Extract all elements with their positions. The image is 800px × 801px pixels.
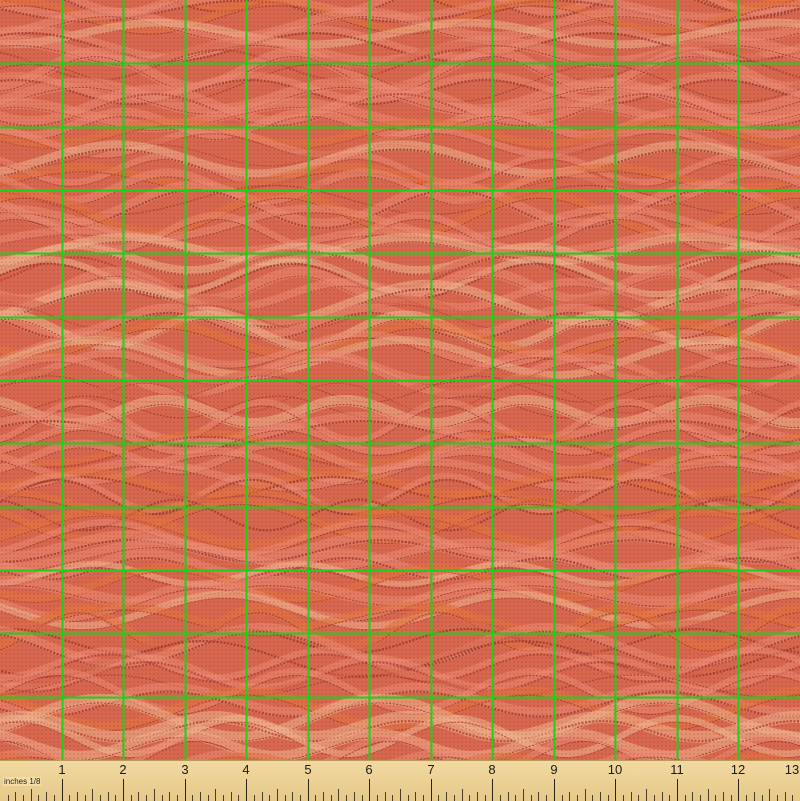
ruler-number: 13 — [784, 762, 800, 777]
ruler-number: 1 — [58, 762, 66, 777]
ruler-number: 3 — [181, 762, 189, 777]
ruler-number: 10 — [607, 762, 623, 777]
ruler-number: 2 — [119, 762, 127, 777]
ruler: 1 2 3 4 5 6 7 8 9 10 11 12 13 inches 1/8 — [0, 760, 800, 801]
ruler-number: 7 — [427, 762, 435, 777]
ruler-number: 11 — [670, 762, 684, 777]
fabric-swatch — [0, 0, 800, 760]
ruler-number: 6 — [365, 762, 373, 777]
ruler-number: 12 — [730, 762, 746, 777]
ruler-number: 4 — [242, 762, 250, 777]
ruler-number: 9 — [550, 762, 558, 777]
ruler-number: 5 — [304, 762, 312, 777]
ruler-number: 8 — [488, 762, 496, 777]
ruler-unit-label: inches 1/8 — [3, 777, 42, 786]
